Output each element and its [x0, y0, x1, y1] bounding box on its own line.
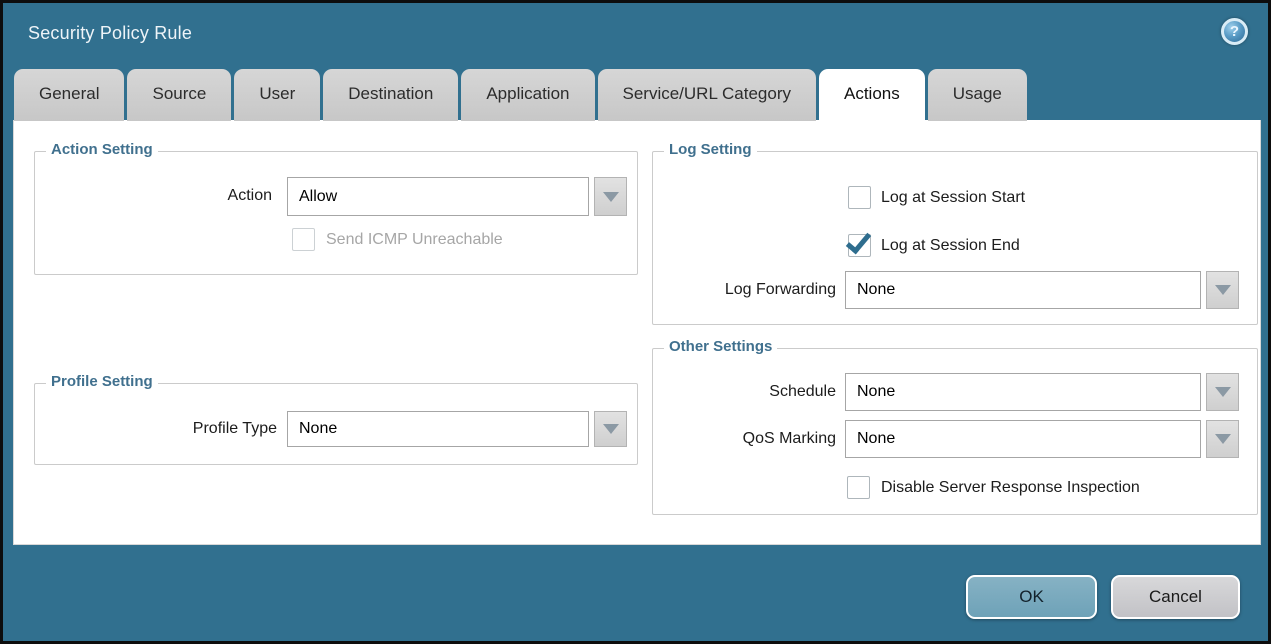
tab-user[interactable]: User — [234, 69, 320, 121]
qos-marking-label: QoS Marking — [614, 427, 836, 451]
help-icon[interactable]: ? — [1221, 18, 1248, 45]
tab-general[interactable]: General — [14, 69, 124, 121]
tab-usage[interactable]: Usage — [928, 69, 1027, 121]
other-settings-title: Other Settings — [664, 338, 777, 355]
qos-marking-dropdown-button[interactable] — [1206, 420, 1239, 458]
log-session-start-checkbox[interactable] — [848, 186, 871, 209]
tab-service-url-category[interactable]: Service/URL Category — [598, 69, 817, 121]
qos-marking-dropdown[interactable]: None — [845, 420, 1201, 458]
log-setting-title: Log Setting — [664, 141, 757, 158]
action-setting-title: Action Setting — [46, 141, 158, 158]
send-icmp-unreachable-label: Send ICMP Unreachable — [326, 228, 503, 251]
cancel-button[interactable]: Cancel — [1111, 575, 1240, 619]
profile-type-dropdown[interactable]: None — [287, 411, 589, 447]
disable-server-response-inspection-checkbox[interactable] — [847, 476, 870, 499]
chevron-down-icon — [1215, 387, 1231, 397]
log-forwarding-dropdown[interactable]: None — [845, 271, 1201, 309]
tab-content-panel: Action Setting Action Allow Send ICMP Un… — [13, 120, 1261, 545]
schedule-label: Schedule — [614, 380, 836, 404]
security-policy-rule-dialog: Security Policy Rule ? GeneralSourceUser… — [0, 0, 1271, 644]
action-dropdown-button[interactable] — [594, 177, 627, 216]
log-forwarding-label: Log Forwarding — [614, 278, 836, 302]
log-forwarding-dropdown-value: None — [857, 281, 895, 299]
action-dropdown-value: Allow — [299, 188, 337, 206]
tab-source[interactable]: Source — [127, 69, 231, 121]
tab-bar: GeneralSourceUserDestinationApplicationS… — [14, 69, 1030, 121]
disable-server-response-inspection-label: Disable Server Response Inspection — [881, 476, 1140, 499]
schedule-dropdown-button[interactable] — [1206, 373, 1239, 411]
log-session-end-checkbox[interactable] — [848, 234, 871, 257]
chevron-down-icon — [1215, 285, 1231, 295]
ok-button[interactable]: OK — [966, 575, 1097, 619]
profile-type-dropdown-value: None — [299, 420, 337, 438]
tab-application[interactable]: Application — [461, 69, 594, 121]
action-label: Action — [14, 184, 272, 208]
schedule-dropdown[interactable]: None — [845, 373, 1201, 411]
chevron-down-icon — [1215, 434, 1231, 444]
log-session-end-label: Log at Session End — [881, 234, 1020, 257]
qos-marking-dropdown-value: None — [857, 430, 895, 448]
chevron-down-icon — [603, 192, 619, 202]
log-session-start-label: Log at Session Start — [881, 186, 1025, 209]
log-forwarding-dropdown-button[interactable] — [1206, 271, 1239, 309]
tab-actions[interactable]: Actions — [819, 69, 925, 121]
tab-destination[interactable]: Destination — [323, 69, 458, 121]
profile-setting-title: Profile Setting — [46, 373, 158, 390]
send-icmp-unreachable-checkbox[interactable] — [292, 228, 315, 251]
schedule-dropdown-value: None — [857, 383, 895, 401]
profile-type-label: Profile Type — [14, 417, 277, 441]
dialog-title: Security Policy Rule — [28, 23, 192, 44]
action-dropdown[interactable]: Allow — [287, 177, 589, 216]
